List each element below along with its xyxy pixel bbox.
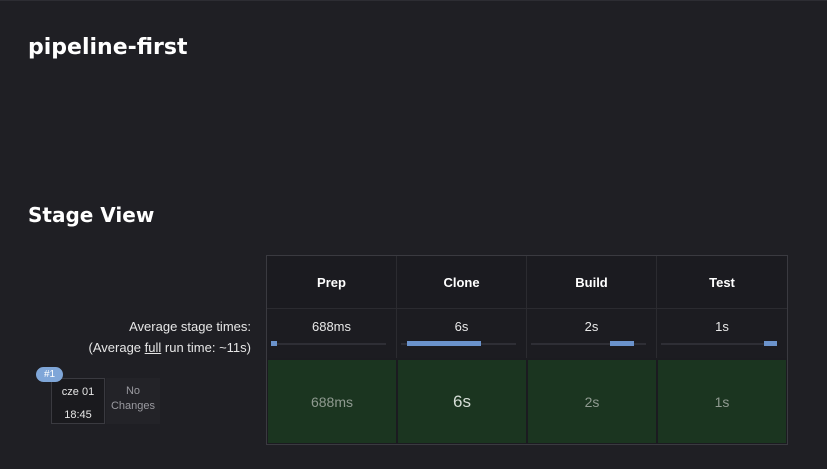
avg-time-build: 2s	[584, 319, 599, 334]
full-run-link[interactable]: full	[145, 340, 162, 355]
average-times-label: Average stage times: (Average full run t…	[89, 316, 251, 358]
avg-bar-track	[661, 341, 777, 346]
average-full-run-time-text: (Average full run time: ~11s)	[89, 337, 251, 358]
jenkins-page: pipeline-first Stage View Average stage …	[0, 0, 827, 469]
avg-bar-track	[531, 341, 646, 346]
avg-cell-clone: 6s	[397, 308, 527, 358]
run-1-stage-test[interactable]: 1s	[658, 360, 786, 443]
avg-cell-build: 2s	[527, 308, 657, 358]
avg-time-test: 1s	[715, 319, 729, 334]
avg-full-suffix: run time: ~11s)	[161, 340, 251, 355]
avg-cell-test: 1s	[657, 308, 787, 358]
avg-bar-build	[610, 341, 634, 346]
stage-view-table: Prep Clone Build Test 688ms 6s 2s 1s 688…	[266, 255, 788, 445]
avg-time-clone: 6s	[454, 319, 469, 334]
run-1-stage-prep[interactable]: 688ms	[268, 360, 396, 443]
average-stage-times-text: Average stage times:	[129, 319, 251, 334]
run-1-stage-build[interactable]: 2s	[528, 360, 656, 443]
avg-bar-prep	[271, 341, 277, 346]
avg-full-prefix: (Average	[88, 340, 145, 355]
stage-header-prep: Prep	[267, 256, 397, 308]
build-number-badge[interactable]: #1	[36, 367, 63, 382]
build-time: 18:45	[64, 409, 92, 421]
avg-time-prep: 688ms	[311, 319, 352, 334]
avg-bar-track	[271, 341, 386, 346]
build-changes[interactable]: No Changes	[106, 378, 160, 424]
build-row: #1 cze 01 18:45 No Changes	[28, 363, 260, 429]
avg-cell-prep: 688ms	[267, 308, 397, 358]
stage-header-build: Build	[527, 256, 657, 308]
page-title: pipeline-first	[28, 35, 188, 60]
stage-view-title: Stage View	[28, 203, 155, 227]
build-date: cze 01	[61, 386, 95, 398]
avg-bar-track	[401, 341, 516, 346]
run-1-stage-clone[interactable]: 6s	[398, 360, 526, 443]
avg-bar-test	[764, 341, 777, 346]
build-timestamp[interactable]: cze 01 18:45	[51, 378, 105, 424]
avg-bar-clone	[407, 341, 481, 346]
stage-header-test: Test	[709, 274, 735, 290]
stage-header-clone: Clone	[397, 256, 527, 308]
